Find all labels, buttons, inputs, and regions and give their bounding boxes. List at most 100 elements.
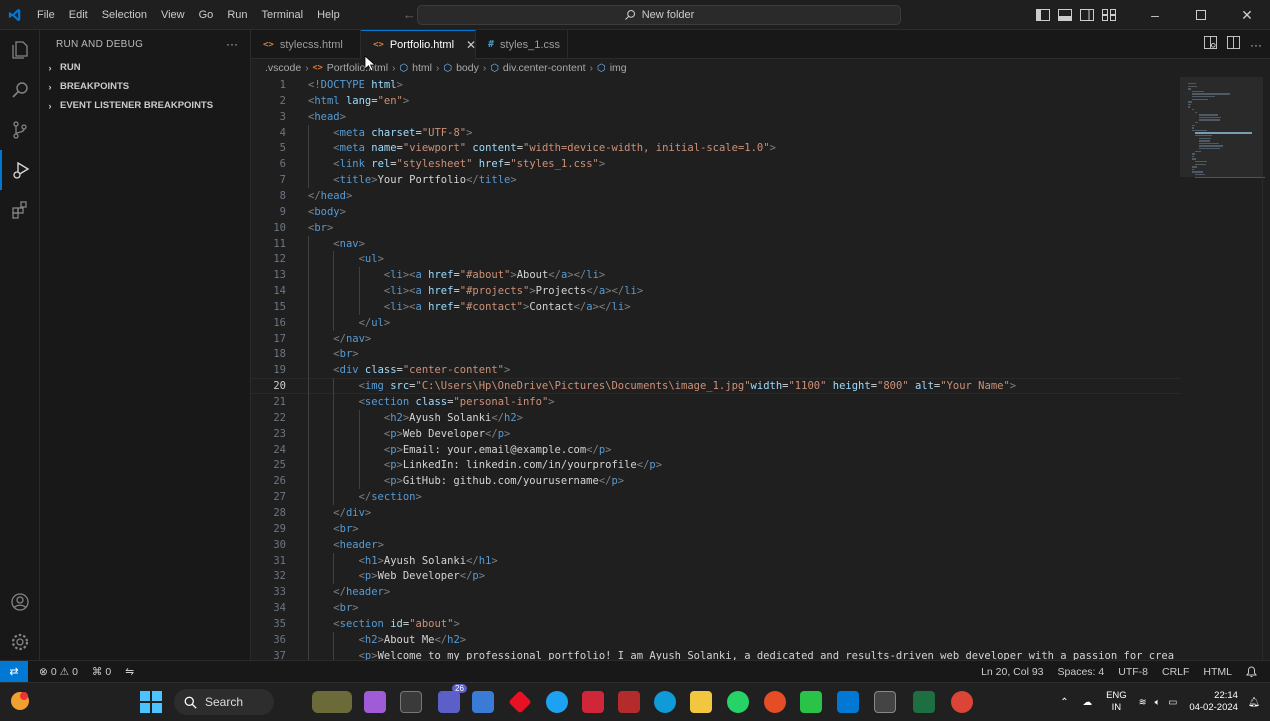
language-mode[interactable]: HTML (1196, 666, 1239, 678)
minimize-icon[interactable]: – (1132, 0, 1178, 30)
shield-app-icon[interactable] (582, 691, 604, 713)
tab-portfolio-html[interactable]: <> Portfolio.html ✕ (361, 30, 476, 59)
encoding[interactable]: UTF-8 (1111, 666, 1155, 678)
code-line[interactable]: 22 <h2>Ayush Solanki</h2> (251, 410, 1270, 426)
minimap-slider[interactable] (1180, 77, 1262, 177)
toggle-primary-sidebar-icon[interactable] (1032, 0, 1054, 30)
code-line[interactable]: 35 <section id="about"> (251, 616, 1270, 632)
end-of-line[interactable]: CRLF (1155, 666, 1196, 678)
code-line[interactable]: 6 <link rel="stylesheet" href="styles_1.… (251, 156, 1270, 172)
command-center-search[interactable]: New folder (417, 5, 901, 25)
code-line[interactable]: 34 <br> (251, 600, 1270, 616)
code-line[interactable]: 37 <p>Welcome to my professional portfol… (251, 648, 1270, 660)
code-line[interactable]: 18 <br> (251, 346, 1270, 362)
breadcrumb-html[interactable]: html (412, 62, 432, 74)
taskbar-search-box[interactable]: Search (174, 689, 274, 715)
code-line[interactable]: 3 <head> (251, 109, 1270, 125)
customize-layout-icon[interactable] (1098, 0, 1120, 30)
breadcrumb-div[interactable]: div.center-content (503, 62, 586, 74)
vscode-taskbar-icon[interactable] (837, 691, 859, 713)
excel-icon[interactable] (913, 691, 935, 713)
tab-styles-1-css[interactable]: # styles_1.css (476, 30, 568, 59)
onedrive-cloud-icon[interactable]: ☁ (1083, 697, 1093, 708)
open-preview-icon[interactable] (1204, 35, 1217, 54)
file-explorer-icon[interactable] (690, 691, 712, 713)
code-line[interactable]: 24 <p>Email: your.email@example.com</p> (251, 442, 1270, 458)
editor-more-actions-icon[interactable]: ··· (1250, 38, 1262, 52)
edge-icon[interactable] (654, 691, 676, 713)
toggle-panel-icon[interactable] (1054, 0, 1076, 30)
menu-selection[interactable]: Selection (95, 0, 154, 30)
remote-indicator-icon[interactable]: ⇄ (0, 660, 28, 683)
menu-edit[interactable]: Edit (62, 0, 95, 30)
code-line[interactable]: 4 <meta charset="UTF-8"> (251, 125, 1270, 141)
accounts-icon[interactable] (0, 582, 40, 622)
ports-indicator[interactable]: ⌘ 0 (85, 666, 118, 678)
code-line[interactable]: 33 </header> (251, 584, 1270, 600)
breadcrumb-body[interactable]: body (456, 62, 479, 74)
windows-start-icon[interactable] (140, 691, 162, 718)
code-line[interactable]: 30 <header> (251, 537, 1270, 553)
chrome-app-icon[interactable] (546, 691, 568, 713)
code-line[interactable]: 32 <p>Web Developer</p> (251, 568, 1270, 584)
notifications-icon[interactable]: 🔔︎ (1248, 697, 1260, 708)
run-and-debug-icon[interactable] (0, 150, 40, 190)
code-line[interactable]: 29 <br> (251, 521, 1270, 537)
volume-icon[interactable]: 🔈︎ (1155, 697, 1161, 708)
minimap[interactable] (1180, 77, 1266, 660)
toggle-secondary-sidebar-icon[interactable] (1076, 0, 1098, 30)
task-view-icon[interactable] (400, 691, 422, 713)
menu-go[interactable]: Go (192, 0, 221, 30)
explorer-icon[interactable] (0, 30, 40, 70)
code-line[interactable]: 7 <title>Your Portfolio</title> (251, 172, 1270, 188)
indentation[interactable]: Spaces: 4 (1051, 666, 1112, 678)
close-tab-icon[interactable]: ✕ (466, 38, 476, 52)
code-line[interactable]: 11 <nav> (251, 236, 1270, 252)
sidebar-section-run[interactable]: › RUN (40, 58, 250, 77)
more-actions-icon[interactable]: ··· (226, 37, 238, 51)
app-window-icon[interactable] (874, 691, 896, 713)
code-editor[interactable]: 1 <!DOCTYPE html> 2 <html lang="en"> 3 <head>… (251, 77, 1270, 660)
code-line[interactable]: 27 </section> (251, 489, 1270, 505)
code-line[interactable]: 5 <meta name="viewport" content="width=d… (251, 140, 1270, 156)
breadcrumb-file[interactable]: Portfolio.html (327, 62, 388, 74)
chrome-profile-icon[interactable] (951, 691, 973, 713)
code-line[interactable]: 15 <li><a href="#contact">Contact</a></l… (251, 299, 1270, 315)
menu-run[interactable]: Run (220, 0, 254, 30)
language-indicator[interactable]: ENG IN (1106, 690, 1127, 714)
code-line[interactable]: 23 <p>Web Developer</p> (251, 426, 1270, 442)
code-line[interactable]: 14 <li><a href="#projects">Projects</a><… (251, 283, 1270, 299)
code-line[interactable]: 25 <p>LinkedIn: linkedin.com/in/yourprof… (251, 457, 1270, 473)
restore-icon[interactable] (1178, 0, 1224, 30)
menu-view[interactable]: View (154, 0, 192, 30)
code-line[interactable]: 13 <li><a href="#about">About</a></li> (251, 267, 1270, 283)
code-line[interactable]: 31 <h1>Ayush Solanki</h1> (251, 553, 1270, 569)
code-line[interactable]: 28 </div> (251, 505, 1270, 521)
search-highlight-icon[interactable] (312, 691, 352, 713)
code-line[interactable]: 19 <div class="center-content"> (251, 362, 1270, 378)
app-red-icon[interactable] (618, 691, 640, 713)
search-activity-icon[interactable] (0, 70, 40, 110)
code-line[interactable]: 17 </nav> (251, 331, 1270, 347)
vertical-scrollbar[interactable] (1262, 77, 1270, 660)
sidebar-section-event-listener-breakpoints[interactable]: › EVENT LISTENER BREAKPOINTS (40, 96, 250, 115)
close-window-icon[interactable]: ✕ (1224, 0, 1270, 30)
code-line[interactable]: 20 <img src="C:\Users\Hp\OneDrive\Pictur… (251, 378, 1270, 394)
copilot-icon[interactable] (364, 691, 386, 713)
code-line[interactable]: 12 <ul> (251, 251, 1270, 267)
battery-icon[interactable]: ▭ (1168, 697, 1177, 708)
whatsapp-icon[interactable] (727, 691, 749, 713)
manage-gear-icon[interactable] (0, 622, 40, 662)
code-line[interactable]: 26 <p>GitHub: github.com/yourusername</p… (251, 473, 1270, 489)
clock[interactable]: 22:14 04-02-2024 (1189, 690, 1238, 714)
calendar-icon[interactable] (472, 691, 494, 713)
split-editor-icon[interactable] (1227, 35, 1240, 54)
menu-file[interactable]: File (30, 0, 62, 30)
widgets-icon[interactable] (8, 689, 32, 718)
menu-terminal[interactable]: Terminal (255, 0, 311, 30)
notifications-bell-icon[interactable] (1239, 665, 1264, 678)
show-hidden-icons-icon[interactable]: ⌃ (1060, 697, 1068, 708)
wifi-icon[interactable]: ≋ (1139, 697, 1147, 708)
chrome-icon[interactable] (764, 691, 786, 713)
code-line[interactable]: 1 <!DOCTYPE html> (251, 77, 1270, 93)
